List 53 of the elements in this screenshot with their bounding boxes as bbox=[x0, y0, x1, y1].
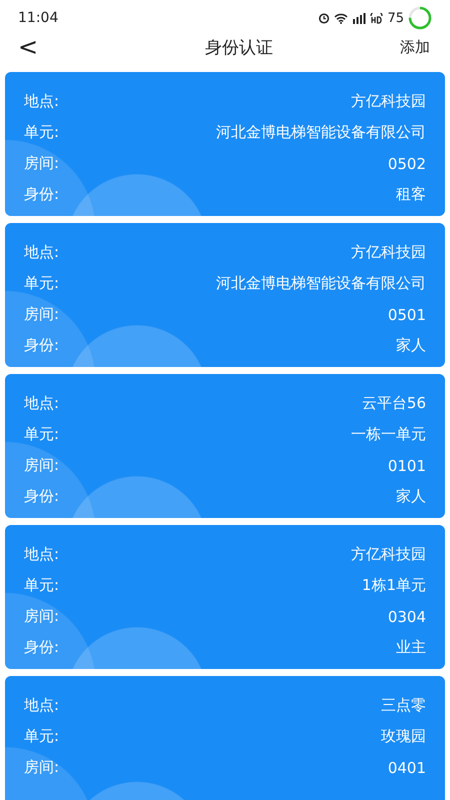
field-label: 单元: bbox=[24, 123, 60, 142]
field-value: 方亿科技园 bbox=[351, 243, 426, 262]
field-value: 0502 bbox=[388, 154, 426, 172]
field-value: 0304 bbox=[388, 608, 426, 626]
field-label: 地点: bbox=[24, 696, 60, 715]
identity-card[interactable]: 地点: 方亿科技园 单元: 1栋1单元 房间: 0304 身份: 业主 bbox=[5, 525, 445, 669]
page-title: 身份认证 bbox=[205, 36, 274, 58]
signal-icon bbox=[352, 12, 366, 24]
field-value: 家人 bbox=[396, 336, 426, 355]
alarm-icon bbox=[318, 12, 330, 24]
field-label: 单元: bbox=[24, 576, 60, 595]
field-label: 房间: bbox=[24, 305, 60, 324]
field-value: 河北金博电梯智能设备有限公司 bbox=[216, 123, 426, 142]
field-value: 方亿科技园 bbox=[351, 92, 426, 111]
field-label: 房间: bbox=[24, 456, 60, 475]
add-button[interactable]: 添加 bbox=[400, 38, 430, 56]
field-label: 房间: bbox=[24, 758, 60, 777]
field-label: 房间: bbox=[24, 154, 60, 173]
identity-card[interactable]: 地点: 方亿科技园 单元: 河北金博电梯智能设备有限公司 房间: 0502 身份: 租客 bbox=[5, 72, 445, 216]
field-value: 一栋一单元 bbox=[351, 425, 426, 444]
wifi-icon bbox=[334, 12, 348, 24]
field-value: 租客 bbox=[396, 185, 426, 204]
field-value: 家人 bbox=[396, 487, 426, 506]
field-label: 单元: bbox=[24, 727, 60, 746]
field-value: 云平台56 bbox=[362, 394, 426, 413]
identity-card[interactable]: 地点: 云平台56 单元: 一栋一单元 房间: 0101 身份: 家人 bbox=[5, 374, 445, 518]
field-label: 地点: bbox=[24, 92, 60, 111]
field-value: 业主 bbox=[396, 638, 426, 657]
field-value: 1栋1单元 bbox=[362, 576, 426, 595]
field-value: 0101 bbox=[388, 456, 426, 474]
field-value: 方亿科技园 bbox=[351, 545, 426, 564]
field-label: 地点: bbox=[24, 243, 60, 262]
field-label: 身份: bbox=[24, 487, 60, 506]
field-value: 河北金博电梯智能设备有限公司 bbox=[216, 274, 426, 293]
field-label: 身份: bbox=[24, 336, 60, 355]
battery-ring-icon bbox=[408, 6, 432, 30]
field-label: 单元: bbox=[24, 274, 60, 293]
status-time: 11:04 bbox=[18, 10, 58, 26]
identity-card[interactable]: 地点: 三点零 单元: 玫瑰园 房间: 0401 bbox=[5, 676, 445, 800]
field-label: 房间: bbox=[24, 607, 60, 626]
field-label: 身份: bbox=[24, 638, 60, 657]
field-label: 地点: bbox=[24, 394, 60, 413]
field-label: 身份: bbox=[24, 185, 60, 204]
field-label: 单元: bbox=[24, 425, 60, 444]
back-button[interactable]: < bbox=[14, 33, 42, 61]
battery-percent: 75 bbox=[387, 10, 404, 26]
field-value: 三点零 bbox=[381, 696, 426, 715]
identity-card[interactable]: 地点: 方亿科技园 单元: 河北金博电梯智能设备有限公司 房间: 0501 身份: 家人 bbox=[5, 223, 445, 367]
hd-icon bbox=[370, 12, 384, 24]
field-value: 0401 bbox=[388, 758, 426, 776]
field-label: 地点: bbox=[24, 545, 60, 564]
field-value: 玫瑰园 bbox=[381, 727, 426, 746]
field-value: 0501 bbox=[388, 306, 426, 324]
